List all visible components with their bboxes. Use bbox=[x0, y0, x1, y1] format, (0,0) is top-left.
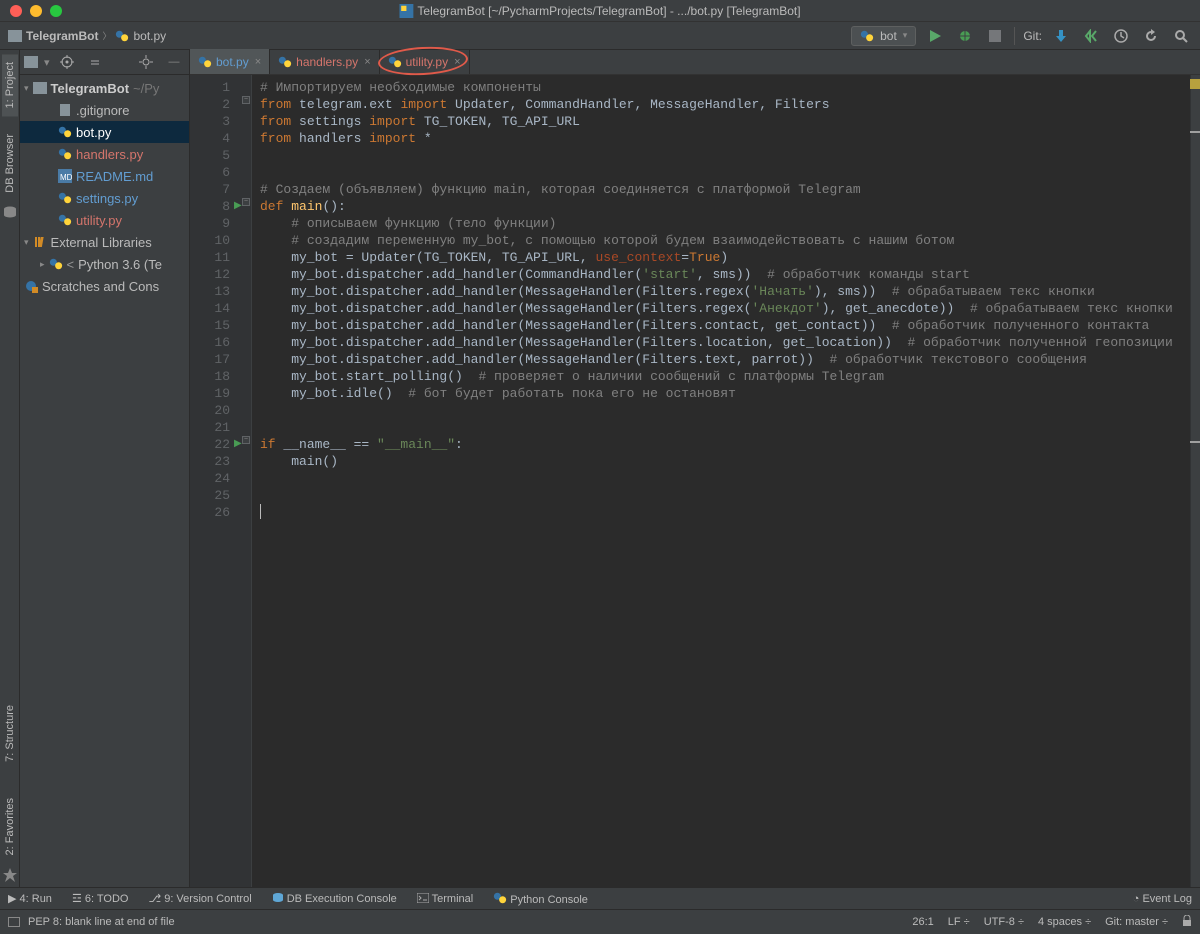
project-tree[interactable]: ▾ TelegramBot ~/Py .gitignorebot.pyhandl… bbox=[20, 75, 189, 887]
chevron-right-icon: 〉 bbox=[102, 29, 111, 42]
file-encoding[interactable]: UTF-8 ÷ bbox=[984, 916, 1024, 928]
separator bbox=[1014, 27, 1015, 45]
window-title: TelegramBot [~/PycharmProjects/TelegramB… bbox=[399, 4, 800, 18]
expand-all-button[interactable] bbox=[84, 51, 106, 73]
marker-bar[interactable] bbox=[1190, 75, 1200, 887]
status-bar: PEP 8: blank line at end of file 26:1 LF… bbox=[0, 909, 1200, 934]
run-tool-tab[interactable]: ▶ 4: Run bbox=[8, 892, 52, 905]
event-log-tab[interactable]: ◔ Event Log bbox=[1133, 893, 1192, 905]
window-controls bbox=[10, 5, 62, 17]
structure-tool-tab[interactable]: 7: Structure bbox=[2, 697, 18, 770]
status-message: PEP 8: blank line at end of file bbox=[28, 916, 175, 928]
marker[interactable] bbox=[1190, 441, 1200, 443]
read-only-toggle[interactable] bbox=[1182, 915, 1192, 930]
maximize-window-button[interactable] bbox=[50, 5, 62, 17]
external-libraries-node[interactable]: ▾ External Libraries bbox=[20, 231, 189, 253]
db-browser-tool-tab[interactable]: DB Browser bbox=[2, 126, 18, 201]
hide-panel-button[interactable]: — bbox=[163, 51, 185, 73]
title-bar: TelegramBot [~/PycharmProjects/TelegramB… bbox=[0, 0, 1200, 22]
editor-tab-handlers-py[interactable]: handlers.py× bbox=[270, 49, 379, 74]
locate-file-button[interactable] bbox=[56, 51, 78, 73]
python-icon bbox=[49, 257, 63, 271]
git-label: Git: bbox=[1023, 29, 1042, 43]
git-branch[interactable]: Git: master ÷ bbox=[1105, 916, 1168, 928]
editor[interactable]: 1234567891011121314151617181920212223242… bbox=[190, 75, 1200, 887]
left-tool-stripe: 1: Project DB Browser 7: Structure 2: Fa… bbox=[0, 50, 20, 887]
tree-file-handlers-py[interactable]: handlers.py bbox=[20, 143, 189, 165]
navigation-bar: TelegramBot 〉 bot.py bot ▾ Git: bbox=[0, 22, 1200, 50]
stop-button[interactable] bbox=[984, 25, 1006, 47]
caret bbox=[260, 504, 261, 519]
run-configuration-selector[interactable]: bot ▾ bbox=[851, 26, 916, 46]
editor-tab-utility-py[interactable]: utility.py× bbox=[380, 49, 470, 74]
breadcrumbs[interactable]: TelegramBot 〉 bot.py bbox=[8, 29, 166, 43]
tree-file-utility-py[interactable]: utility.py bbox=[20, 209, 189, 231]
main-area: 1: Project DB Browser 7: Structure 2: Fa… bbox=[0, 50, 1200, 887]
pycharm-icon bbox=[399, 4, 413, 18]
breadcrumb-project[interactable]: TelegramBot bbox=[26, 29, 98, 43]
close-window-button[interactable] bbox=[10, 5, 22, 17]
python-env-node[interactable]: ▸ < Python 3.6 (Te bbox=[20, 253, 189, 275]
chevron-down-icon: ▾ bbox=[903, 30, 908, 41]
fold-gutter[interactable]: −−− bbox=[240, 75, 252, 887]
tree-file-settings-py[interactable]: settings.py bbox=[20, 187, 189, 209]
debug-button[interactable] bbox=[954, 25, 976, 47]
close-tab-icon[interactable]: × bbox=[454, 56, 460, 68]
scratches-icon bbox=[24, 279, 38, 293]
line-separator[interactable]: LF ÷ bbox=[948, 916, 970, 928]
close-tab-icon[interactable]: × bbox=[255, 56, 261, 68]
db-browser-icon bbox=[2, 205, 18, 221]
code-area[interactable]: # Импортируем необходимые компонентыfrom… bbox=[252, 75, 1190, 887]
bottom-tool-tabs: ▶ 4: Run ☲ 6: TODO ⎇ 9: Version Control … bbox=[0, 887, 1200, 909]
project-panel-header: ▾ — bbox=[20, 50, 189, 75]
favorites-star-icon bbox=[2, 867, 18, 883]
tree-file-README-md[interactable]: MDREADME.md bbox=[20, 165, 189, 187]
scratches-node[interactable]: Scratches and Cons bbox=[20, 275, 189, 297]
vcs-commit-button[interactable] bbox=[1080, 25, 1102, 47]
marker[interactable] bbox=[1190, 131, 1200, 133]
line-number-gutter[interactable]: 1234567891011121314151617181920212223242… bbox=[190, 75, 240, 887]
favorites-tool-tab[interactable]: 2: Favorites bbox=[2, 790, 18, 863]
warning-marker[interactable] bbox=[1190, 79, 1200, 89]
python-console-tool-tab[interactable]: Python Console bbox=[493, 891, 588, 906]
indent-settings[interactable]: 4 spaces ÷ bbox=[1038, 916, 1091, 928]
folder-icon bbox=[33, 82, 47, 94]
minimize-window-button[interactable] bbox=[30, 5, 42, 17]
project-tool-tab[interactable]: 1: Project bbox=[2, 54, 18, 116]
vcs-update-button[interactable] bbox=[1050, 25, 1072, 47]
vcs-history-button[interactable] bbox=[1110, 25, 1132, 47]
terminal-tool-tab[interactable]: Terminal bbox=[417, 893, 473, 905]
tool-window-quick-access-icon[interactable] bbox=[8, 917, 20, 927]
tree-file-bot-py[interactable]: bot.py bbox=[20, 121, 189, 143]
panel-settings-button[interactable] bbox=[135, 51, 157, 73]
svg-text:MD: MD bbox=[60, 173, 72, 182]
editor-tab-bot-py[interactable]: bot.py× bbox=[190, 49, 270, 74]
library-icon bbox=[33, 235, 47, 249]
breadcrumb-file[interactable]: bot.py bbox=[133, 29, 166, 43]
toolbar: bot ▾ Git: bbox=[851, 25, 1192, 47]
run-button[interactable] bbox=[924, 25, 946, 47]
caret-position[interactable]: 26:1 bbox=[912, 916, 933, 928]
project-panel: ▾ — ▾ TelegramBot ~/Py .gitignorebot.pyh… bbox=[20, 50, 190, 887]
editor-area: bot.py×handlers.py×utility.py× 123456789… bbox=[190, 50, 1200, 887]
tree-file--gitignore[interactable]: .gitignore bbox=[20, 99, 189, 121]
todo-tool-tab[interactable]: ☲ 6: TODO bbox=[72, 892, 129, 905]
db-console-tool-tab[interactable]: DB Execution Console bbox=[272, 892, 397, 905]
vcs-tool-tab[interactable]: ⎇ 9: Version Control bbox=[148, 892, 251, 905]
tree-root[interactable]: ▾ TelegramBot ~/Py bbox=[20, 77, 189, 99]
search-everywhere-button[interactable] bbox=[1170, 25, 1192, 47]
python-file-icon bbox=[115, 29, 129, 43]
vcs-revert-button[interactable] bbox=[1140, 25, 1162, 47]
editor-tab-bar: bot.py×handlers.py×utility.py× bbox=[190, 50, 1200, 75]
folder-icon bbox=[8, 30, 22, 42]
project-view-icon[interactable] bbox=[24, 56, 38, 68]
python-icon bbox=[860, 29, 874, 43]
close-tab-icon[interactable]: × bbox=[364, 56, 370, 68]
